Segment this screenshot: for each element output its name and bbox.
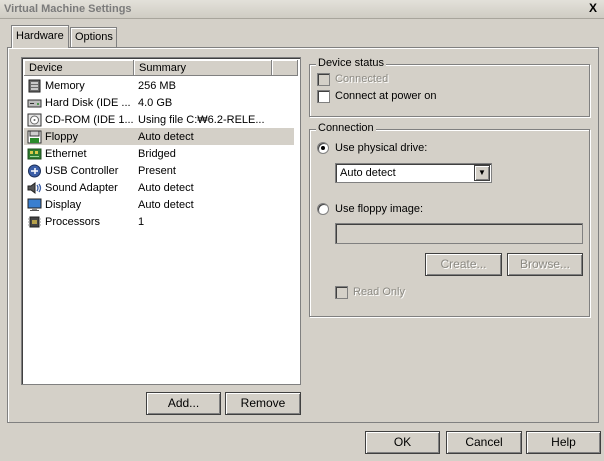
use-floppy-image-radio[interactable] — [317, 203, 329, 215]
close-button[interactable]: X — [586, 2, 600, 16]
device-row-usb-controller[interactable]: USB Controller Present — [24, 162, 294, 179]
device-row-floppy[interactable]: Floppy Auto detect — [24, 128, 294, 145]
create-image-button[interactable]: Create... — [425, 253, 502, 276]
connection-title: Connection — [316, 122, 376, 134]
device-row-display[interactable]: Display Auto detect — [24, 196, 294, 213]
device-status-title: Device status — [316, 57, 387, 69]
tab-options-label: Options — [75, 31, 113, 43]
device-row-ethernet[interactable]: Ethernet Bridged — [24, 145, 294, 162]
window-title: Virtual Machine Settings — [4, 3, 132, 15]
device-row-processors[interactable]: Processors 1 — [24, 213, 294, 230]
cdrom-icon — [27, 113, 42, 127]
column-header-summary[interactable]: Summary — [134, 60, 272, 76]
device-name: Processors — [45, 215, 101, 228]
device-summary: 256 MB — [138, 79, 176, 92]
remove-device-button[interactable]: Remove — [225, 392, 301, 415]
title-bar: Virtual Machine Settings X — [0, 0, 604, 19]
device-name: Hard Disk (IDE ... — [45, 96, 131, 109]
device-list-header: Device Summary — [24, 60, 298, 76]
connected-label: Connected — [335, 73, 389, 85]
hard-disk-icon — [27, 96, 42, 110]
tab-hardware[interactable]: Hardware — [11, 25, 69, 48]
floppy-image-path-input[interactable] — [335, 223, 583, 244]
use-physical-drive-radio[interactable] — [317, 142, 329, 154]
device-row-sound-adapter[interactable]: Sound Adapter Auto detect — [24, 179, 294, 196]
browse-image-button[interactable]: Browse... — [507, 253, 583, 276]
tab-hardware-label: Hardware — [16, 30, 64, 42]
device-summary: Auto detect — [138, 181, 194, 194]
physical-drive-select-value: Auto detect — [340, 167, 396, 179]
chevron-down-icon[interactable]: ▼ — [474, 165, 490, 181]
connect-at-power-on-label: Connect at power on — [335, 90, 437, 102]
cancel-button[interactable]: Cancel — [446, 431, 522, 454]
read-only-label: Read Only — [353, 286, 405, 298]
connected-checkbox[interactable] — [317, 73, 330, 86]
help-button[interactable]: Help — [526, 431, 601, 454]
device-row-hard-disk[interactable]: Hard Disk (IDE ... 4.0 GB — [24, 94, 294, 111]
ethernet-icon — [27, 147, 42, 161]
device-summary: 4.0 GB — [138, 96, 173, 109]
device-name: Sound Adapter — [45, 181, 118, 194]
column-header-filler — [272, 60, 298, 76]
usb-icon — [27, 164, 42, 178]
device-name: Ethernet — [45, 147, 87, 160]
device-row-cdrom[interactable]: CD-ROM (IDE 1... Using file C:₩6.2-RELE.… — [24, 111, 294, 128]
processor-icon — [27, 215, 42, 229]
display-icon — [27, 198, 42, 212]
column-header-device[interactable]: Device — [24, 60, 134, 76]
tab-options[interactable]: Options — [70, 27, 117, 47]
device-list[interactable]: Device Summary Memory 256 MB Hard Disk (… — [21, 57, 301, 385]
device-summary: 1 — [138, 215, 145, 228]
device-name: CD-ROM (IDE 1... — [45, 113, 134, 126]
device-summary: Bridged — [138, 147, 176, 160]
device-summary: Auto detect — [138, 130, 194, 143]
device-name: Display — [45, 198, 82, 211]
sound-icon — [27, 181, 42, 195]
read-only-checkbox[interactable] — [335, 286, 348, 299]
device-row-memory[interactable]: Memory 256 MB — [24, 77, 294, 94]
device-name: USB Controller — [45, 164, 119, 177]
device-summary: Auto detect — [138, 198, 194, 211]
add-device-button[interactable]: Add... — [146, 392, 221, 415]
connect-at-power-on-checkbox[interactable] — [317, 90, 330, 103]
device-summary: Using file C:₩6.2-RELE... — [138, 113, 265, 126]
use-physical-drive-label: Use physical drive: — [335, 142, 428, 154]
physical-drive-select[interactable]: Auto detect ▼ — [335, 163, 492, 183]
use-floppy-image-label: Use floppy image: — [335, 203, 424, 215]
floppy-icon — [27, 130, 42, 144]
ok-button[interactable]: OK — [365, 431, 440, 454]
device-name: Floppy — [45, 130, 79, 143]
device-name: Memory — [45, 79, 85, 92]
device-summary: Present — [138, 164, 176, 177]
memory-icon — [27, 79, 42, 93]
